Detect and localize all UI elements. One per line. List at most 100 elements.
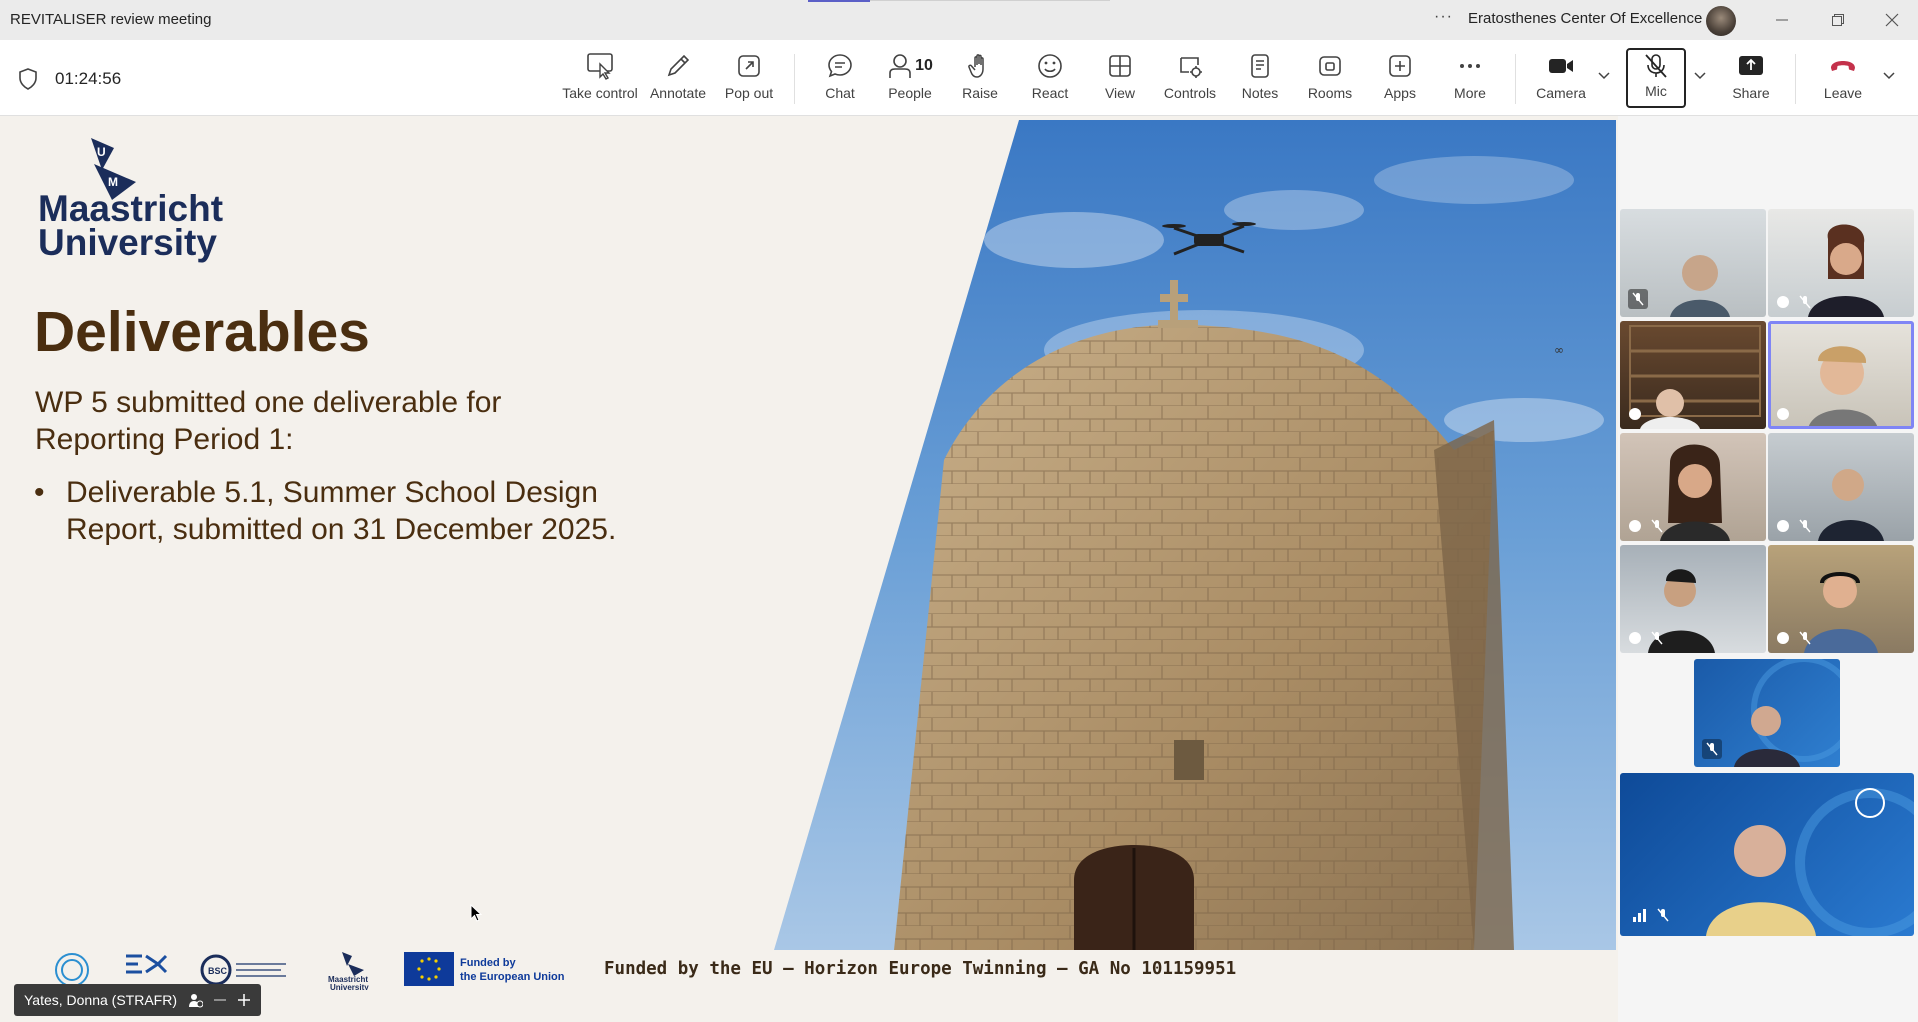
mic-options-chevron-icon[interactable]	[1694, 72, 1706, 80]
svg-text:the European Union: the European Union	[460, 971, 565, 983]
share-button[interactable]: Share	[1716, 52, 1786, 108]
more-label: More	[1454, 85, 1486, 101]
svg-text:M: M	[108, 175, 118, 189]
university-name: Maastricht University	[38, 188, 224, 263]
restore-icon	[1832, 14, 1844, 26]
mouse-cursor-icon	[470, 904, 482, 922]
mic-off-icon	[1799, 295, 1811, 309]
fbk-logo-icon	[126, 954, 168, 974]
svg-text:BSC: BSC	[208, 966, 228, 976]
presenter-name: Yates, Donna (STRAFR)	[24, 992, 178, 1008]
react-label: React	[1031, 85, 1069, 101]
more-icon	[1460, 64, 1480, 68]
participant-tile[interactable]	[1620, 433, 1766, 541]
more-options-icon[interactable]: ···	[1434, 8, 1453, 26]
bullet-dot-icon: •	[34, 476, 45, 509]
toolbar-divider	[794, 54, 795, 104]
rooms-icon	[1319, 56, 1341, 76]
more-button[interactable]: More	[1435, 52, 1505, 108]
self-view-tile[interactable]	[1620, 773, 1914, 936]
bullet-text: Deliverable 5.1, Summer School Design Re…	[66, 476, 617, 546]
leave-label: Leave	[1823, 85, 1863, 101]
mic-off-icon	[1657, 908, 1669, 922]
participant-tile[interactable]	[1768, 433, 1914, 541]
controls-icon	[1180, 57, 1202, 78]
camera-label: Camera	[1536, 85, 1586, 101]
close-window-button[interactable]	[1878, 6, 1906, 34]
slide-bullet: • Deliverable 5.1, Summer School Design …	[34, 474, 664, 548]
church-photo: ∞	[774, 120, 1616, 950]
organization-name: Eratosthenes Center Of Excellence	[1468, 10, 1703, 27]
presence-icon	[1629, 520, 1641, 532]
camera-button[interactable]: Camera	[1526, 52, 1596, 108]
presence-icon	[1629, 408, 1641, 420]
um-small-logo: Maastricht University	[328, 952, 369, 990]
restore-button[interactable]	[1824, 6, 1852, 34]
people-button[interactable]: 10 People	[875, 52, 945, 108]
bsc-logo-icon: BSC	[200, 954, 286, 986]
camera-icon	[1549, 59, 1573, 73]
pop-out-label: Pop out	[724, 85, 774, 101]
university-line-2: University	[38, 222, 217, 263]
svg-text:University: University	[330, 983, 369, 990]
notes-label: Notes	[1241, 85, 1279, 101]
pop-out-icon	[738, 55, 760, 77]
controls-button[interactable]: Controls	[1155, 52, 1225, 108]
participant-tile[interactable]	[1694, 659, 1840, 767]
participant-tile[interactable]	[1620, 545, 1766, 653]
mic-off-icon	[1632, 292, 1644, 306]
participant-tile[interactable]	[1620, 321, 1766, 429]
active-tab-indicator	[808, 0, 870, 2]
presenter-status-icon	[189, 994, 204, 1008]
funding-statement: Funded by the EU – Horizon Europe Twinni…	[604, 959, 1237, 979]
toolbar-divider	[1515, 54, 1516, 104]
mic-off-icon	[1651, 519, 1663, 533]
chat-button[interactable]: Chat	[805, 52, 875, 108]
rooms-button[interactable]: Rooms	[1295, 52, 1365, 108]
participant-tile[interactable]	[1768, 209, 1914, 317]
leave-options-chevron-icon[interactable]	[1883, 72, 1895, 80]
window-title: REVITALISER review meeting	[10, 11, 212, 28]
take-control-button[interactable]: Take control	[562, 52, 638, 108]
presence-icon	[1777, 520, 1789, 532]
slide-subtitle: WP 5 submitted one deliverable for Repor…	[35, 386, 502, 456]
zoom-in-icon[interactable]	[237, 993, 251, 1007]
smile-icon	[1038, 54, 1062, 78]
raise-label: Raise	[962, 85, 998, 101]
participant-tile[interactable]	[1768, 545, 1914, 653]
people-count: 10	[915, 57, 933, 74]
zoom-out-icon[interactable]	[213, 993, 227, 1007]
university-line-1: Maastricht	[38, 188, 224, 229]
account-avatar[interactable]	[1706, 6, 1736, 36]
mic-off-icon	[1706, 742, 1718, 756]
notes-icon	[1251, 54, 1269, 78]
help-icon	[1629, 632, 1641, 644]
camera-options-chevron-icon[interactable]	[1598, 72, 1610, 80]
chat-icon	[828, 54, 852, 78]
share-icon	[1739, 56, 1763, 75]
notes-button[interactable]: Notes	[1225, 52, 1295, 108]
mic-button[interactable]: Mic	[1626, 48, 1686, 108]
shared-screen: ∞ U M Maastricht University Deliverables…	[0, 116, 1618, 1022]
mic-off-icon	[1651, 631, 1663, 645]
raise-hand-button[interactable]: Raise	[945, 52, 1015, 108]
apps-button[interactable]: Apps	[1365, 52, 1435, 108]
eu-flag-icon	[404, 952, 454, 986]
minimize-button[interactable]	[1768, 6, 1796, 34]
photo-corner-mark: ∞	[1554, 343, 1564, 357]
pop-out-button[interactable]: Pop out	[714, 52, 784, 108]
react-button[interactable]: React	[1015, 52, 1085, 108]
annotate-button[interactable]: Annotate	[643, 52, 713, 108]
view-label: View	[1104, 85, 1136, 101]
view-button[interactable]: View	[1085, 52, 1155, 108]
take-control-icon	[587, 53, 613, 80]
minimize-icon	[1776, 19, 1788, 21]
leave-button[interactable]: Leave	[1808, 52, 1878, 108]
participant-tile-active-speaker[interactable]	[1768, 321, 1914, 429]
hand-icon	[968, 54, 984, 78]
slide-title: Deliverables	[34, 300, 370, 364]
presence-icon	[1777, 408, 1789, 420]
apps-label: Apps	[1384, 85, 1416, 101]
participant-tile[interactable]	[1620, 209, 1766, 317]
phone-icon	[1831, 61, 1855, 71]
